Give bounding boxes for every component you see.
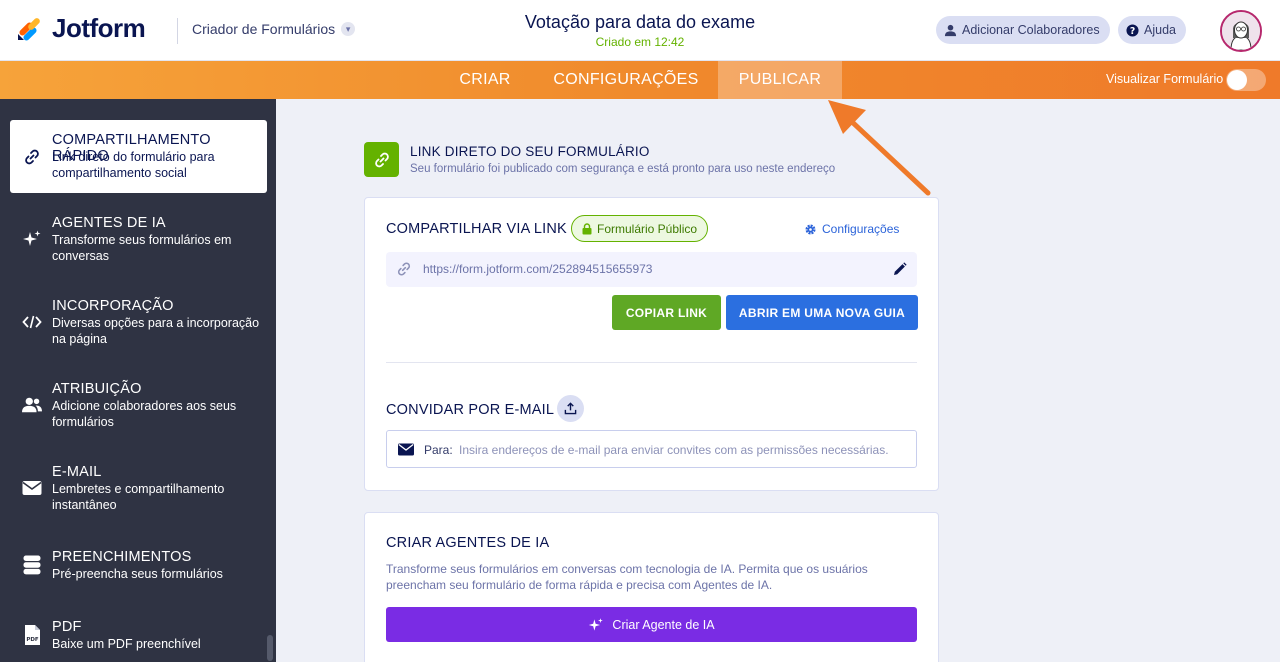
add-collaborators-label: Adicionar Colaboradores (962, 23, 1100, 37)
direct-link-icon (364, 142, 399, 177)
sidebar-item-title: AGENTES DE IA (52, 215, 166, 231)
help-icon: ? (1126, 23, 1139, 36)
main-navigation: CRIAR CONFIGURAÇÕES PUBLICAR Visualizar … (0, 61, 1280, 99)
toggle-knob (1227, 70, 1247, 90)
pencil-edit-icon[interactable] (892, 262, 907, 277)
sparkle-icon (22, 229, 42, 249)
share-card: COMPARTILHAR VIA LINK Formulário Público… (364, 197, 939, 491)
open-new-tab-button[interactable]: ABRIR EM UMA NOVA GUIA (726, 295, 918, 330)
database-icon (22, 555, 42, 575)
add-collaborators-button[interactable]: Adicionar Colaboradores (936, 16, 1110, 44)
create-ai-agents-title: CRIAR AGENTES DE IA (386, 535, 550, 551)
sidebar-item-desc: Baixe um PDF preenchível (52, 637, 201, 651)
mail-icon (22, 478, 42, 498)
preview-form-label: Visualizar Formulário (1106, 72, 1224, 86)
sidebar-item-pdf[interactable]: PDF PDF Baixe um PDF preenchível (10, 611, 267, 661)
ai-agents-description: Transforme seus formulários em conversas… (386, 562, 868, 592)
svg-text:PDF: PDF (26, 637, 39, 643)
invite-email-title: CONVIDAR POR E-MAIL (386, 402, 555, 418)
form-url-field[interactable]: https://form.jotform.com/252894515655973 (386, 252, 917, 287)
lock-icon (582, 222, 592, 234)
copy-link-button[interactable]: COPIAR LINK (612, 295, 721, 330)
tab-publicar[interactable]: PUBLICAR (718, 61, 842, 99)
sidebar-item-desc: Link direto do formulário para compartil… (52, 150, 215, 180)
sidebar-item-desc: Diversas opções para a incorporação na p… (52, 316, 260, 346)
publish-sidebar: COMPARTILHAMENTO RÁPIDO Link direto do f… (0, 99, 276, 662)
sidebar-item-prefill[interactable]: PREENCHIMENTOS Pré-preencha seus formulá… (10, 541, 267, 591)
pdf-icon: PDF (22, 625, 42, 645)
preview-form-toggle[interactable] (1226, 69, 1266, 91)
avatar[interactable] (1220, 10, 1262, 52)
upload-contacts-button[interactable] (557, 395, 584, 422)
sidebar-item-title: INCORPORAÇÃO (52, 298, 174, 314)
sparkle-icon (589, 617, 604, 631)
direct-link-title: LINK DIRETO DO SEU FORMULÁRIO (410, 144, 650, 159)
sidebar-item-title: E-MAIL (52, 464, 102, 480)
email-placeholder: Insira endereços de e-mail para enviar c… (459, 443, 889, 457)
sidebar-scrollbar[interactable] (267, 635, 273, 661)
create-ai-agent-button[interactable]: Criar Agente de IA (386, 607, 917, 642)
code-icon (22, 312, 42, 332)
public-form-badge[interactable]: Formulário Público (571, 215, 709, 242)
create-ai-agent-label: Criar Agente de IA (612, 617, 715, 632)
tab-configuracoes[interactable]: CONFIGURAÇÕES (545, 61, 707, 99)
sidebar-item-title: PDF (52, 619, 82, 635)
sidebar-item-embed[interactable]: INCORPORAÇÃO Diversas opções para a inco… (10, 290, 267, 350)
direct-link-subtitle: Seu formulário foi publicado com seguran… (410, 163, 836, 175)
share-via-link-title: COMPARTILHAR VIA LINK (386, 221, 567, 237)
sidebar-item-ai-agents[interactable]: AGENTES DE IA Transforme seus formulário… (10, 207, 267, 267)
users-icon (22, 395, 42, 415)
sidebar-item-desc: Adicione colaboradores aos seus formulár… (52, 399, 237, 429)
sidebar-item-title: PREENCHIMENTOS (52, 549, 192, 565)
sidebar-item-desc: Lembretes e compartilhamento instantâneo (52, 482, 225, 512)
user-icon (944, 24, 957, 36)
upload-icon (564, 402, 577, 415)
ai-agents-card: CRIAR AGENTES DE IA Transforme seus form… (364, 512, 939, 662)
sidebar-item-title: ATRIBUIÇÃO (52, 381, 142, 397)
public-form-label: Formulário Público (597, 221, 698, 236)
envelope-icon (398, 443, 414, 456)
sidebar-item-quick-share[interactable]: COMPARTILHAMENTO RÁPIDO Link direto do f… (10, 120, 267, 193)
email-invite-input[interactable]: Para: Insira endereços de e-mail para en… (386, 430, 917, 468)
gear-icon (805, 223, 816, 235)
svg-text:?: ? (1130, 25, 1135, 36)
share-settings-link[interactable]: Configurações (804, 222, 899, 236)
section-divider (386, 362, 917, 363)
help-label: Ajuda (1144, 23, 1176, 37)
settings-label: Configurações (822, 222, 900, 236)
form-url-text: https://form.jotform.com/252894515655973 (423, 262, 653, 276)
link-icon (22, 147, 42, 167)
help-button[interactable]: ? Ajuda (1118, 16, 1186, 44)
top-header: Jotform Criador de Formulários ▾ Votação… (0, 0, 1280, 61)
email-to-label: Para: (424, 443, 453, 457)
sidebar-item-assign[interactable]: ATRIBUIÇÃO Adicione colaboradores aos se… (10, 373, 267, 433)
sidebar-item-email[interactable]: E-MAIL Lembretes e compartilhamento inst… (10, 456, 267, 516)
sidebar-item-desc: Transforme seus formulários em conversas (52, 233, 232, 263)
avatar-illustration-icon (1222, 12, 1260, 50)
sidebar-item-desc: Pré-preencha seus formulários (52, 567, 223, 581)
link-icon (397, 262, 411, 276)
tab-criar[interactable]: CRIAR (440, 61, 530, 99)
